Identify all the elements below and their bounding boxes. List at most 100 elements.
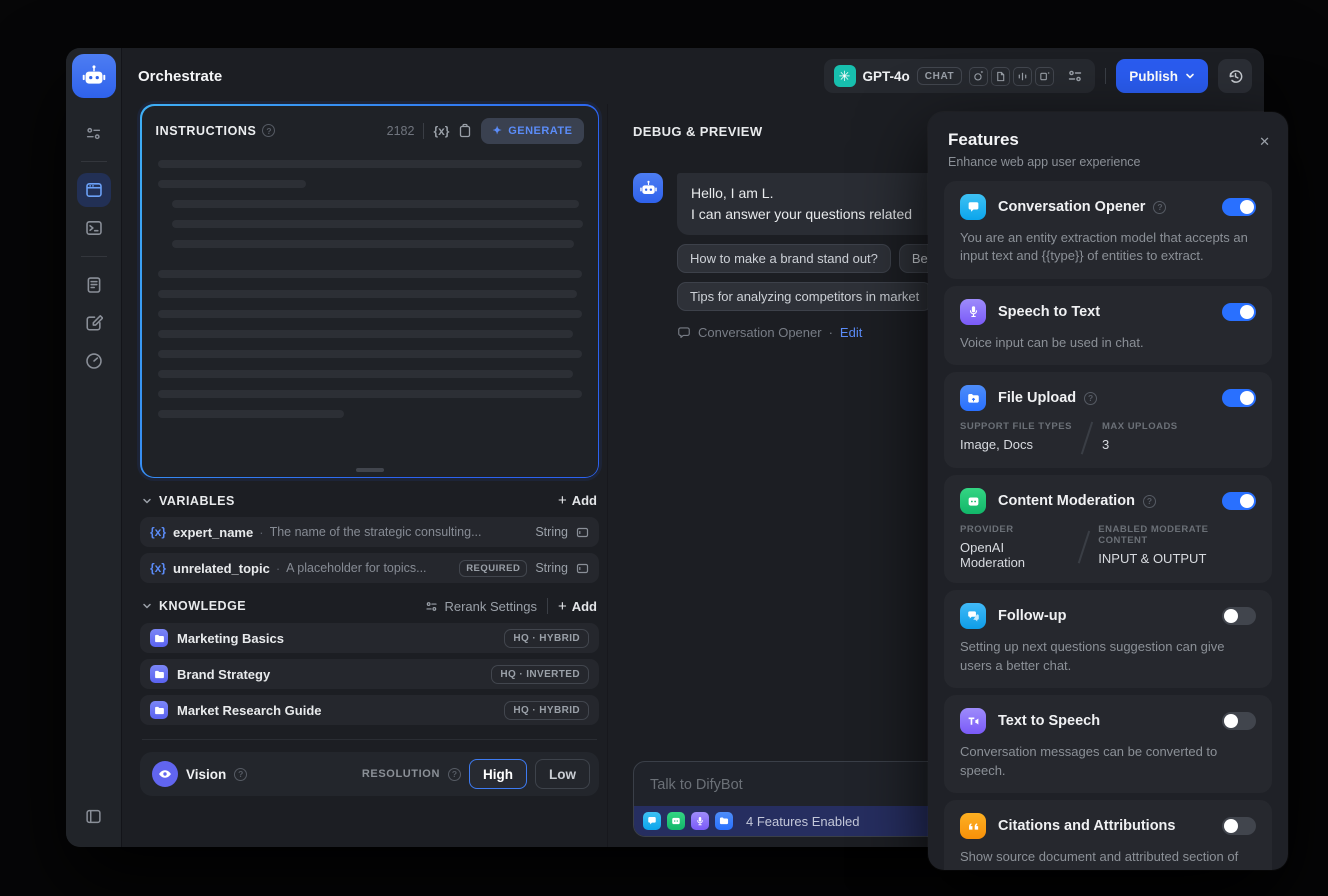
meta-col: SUPPORT FILE TYPES Image, Docs bbox=[960, 421, 1072, 455]
speech-to-text-mini-icon bbox=[691, 812, 709, 830]
vision-label: Vision bbox=[186, 766, 227, 782]
feature-card-conversation-opener: Conversation Opener ? You are an entity … bbox=[944, 181, 1272, 279]
variable-description: A placeholder for topics... bbox=[286, 561, 427, 575]
knowledge-row[interactable]: Brand Strategy HQ · INVERTED bbox=[140, 659, 599, 689]
annotation-icon[interactable] bbox=[77, 306, 111, 340]
feature-description: Show source document and attributed sect… bbox=[960, 849, 1239, 870]
model-settings-icon[interactable] bbox=[1061, 68, 1085, 84]
rail-divider bbox=[80, 256, 107, 257]
conversation-opener-mini-icon bbox=[643, 812, 661, 830]
text-to-speech-toggle[interactable] bbox=[1222, 712, 1256, 731]
collapse-sidebar-icon[interactable] bbox=[77, 799, 111, 833]
suggested-question-chip[interactable]: How to make a brand stand out? bbox=[677, 244, 891, 273]
copy-icon[interactable] bbox=[458, 123, 472, 138]
sliders-icon[interactable] bbox=[77, 116, 111, 150]
speech-to-text-toggle[interactable] bbox=[1222, 302, 1256, 321]
variable-name: unrelated_topic bbox=[173, 560, 270, 576]
resolution-high-button[interactable]: High bbox=[469, 759, 527, 789]
citations-toggle[interactable] bbox=[1222, 817, 1256, 836]
rerank-settings-button[interactable]: Rerank Settings bbox=[425, 599, 537, 614]
sliders-icon bbox=[426, 601, 438, 611]
meta-label: MAX UPLOADS bbox=[1101, 421, 1178, 433]
help-icon[interactable]: ? bbox=[234, 767, 248, 781]
variable-type: String bbox=[535, 561, 568, 575]
meta-value: 3 bbox=[1101, 437, 1110, 453]
bot-avatar bbox=[633, 173, 663, 203]
field-type-icon[interactable] bbox=[576, 526, 589, 539]
help-icon[interactable]: ? bbox=[1084, 391, 1098, 405]
resolution-low-button[interactable]: Low bbox=[535, 759, 590, 789]
app-logo-robot-icon[interactable] bbox=[71, 54, 116, 98]
meta-value: OpenAI Moderation bbox=[960, 540, 1026, 571]
instructions-text-skeleton[interactable] bbox=[156, 144, 584, 418]
char-count: 2182 bbox=[386, 123, 415, 138]
variable-name: expert_name bbox=[173, 524, 254, 540]
version-history-button[interactable] bbox=[1218, 59, 1252, 93]
field-type-icon[interactable] bbox=[576, 562, 589, 575]
variable-row[interactable]: {x} unrelated_topic · A placeholder for … bbox=[140, 553, 599, 583]
add-variable-button[interactable]: + Add bbox=[558, 493, 597, 508]
content-moderation-mini-icon bbox=[667, 812, 685, 830]
orchestrate-tab-icon[interactable] bbox=[76, 173, 111, 207]
monitoring-icon[interactable] bbox=[77, 344, 111, 378]
features-enabled-label: 4 Features Enabled bbox=[746, 813, 860, 829]
vision-section: Vision ? RESOLUTION ? High Low bbox=[140, 752, 599, 796]
openai-logo-icon: ✳ bbox=[833, 65, 856, 87]
knowledge-row[interactable]: Market Research Guide HQ · HYBRID bbox=[140, 695, 599, 725]
suggested-question-chip[interactable]: Tips for analyzing competitors in market bbox=[677, 282, 933, 311]
features-header: Features Enhance web app user experience… bbox=[928, 112, 1288, 181]
help-icon[interactable]: ? bbox=[448, 767, 461, 781]
resize-handle[interactable] bbox=[355, 467, 384, 472]
add-knowledge-button[interactable]: + Add bbox=[558, 599, 597, 614]
chat-bubble-icon bbox=[678, 326, 690, 338]
model-selector[interactable]: ✳ GPT-4o CHAT bbox=[823, 59, 1096, 93]
knowledge-name: Brand Strategy bbox=[177, 666, 271, 682]
help-icon[interactable]: ? bbox=[1142, 494, 1156, 508]
content-moderation-toggle[interactable] bbox=[1222, 492, 1256, 511]
variable-row[interactable]: {x} expert_name · The name of the strate… bbox=[140, 517, 599, 547]
edit-opener-link[interactable]: Edit bbox=[840, 325, 862, 340]
text-to-speech-icon bbox=[960, 708, 986, 735]
model-name: GPT-4o bbox=[862, 68, 910, 84]
history-icon bbox=[1229, 69, 1242, 83]
file-upload-toggle[interactable] bbox=[1222, 389, 1256, 408]
conversation-opener-icon bbox=[960, 194, 986, 220]
feature-title: Conversation Opener bbox=[998, 199, 1146, 215]
instructions-card: INSTRUCTIONS ? 2182 {x} ✦ GENERATE bbox=[140, 104, 599, 478]
feature-description: Voice input can be used in chat. bbox=[960, 334, 1144, 350]
dataset-folder-icon bbox=[150, 665, 168, 683]
feature-card-speech-to-text: Speech to Text Voice input can be used i… bbox=[944, 285, 1272, 366]
conversation-opener-toggle[interactable] bbox=[1222, 198, 1256, 216]
feature-description: You are an entity extraction model that … bbox=[960, 230, 1248, 264]
top-bar: Orchestrate ✳ GPT-4o CHAT Publish bbox=[122, 48, 1264, 104]
resolution-label: RESOLUTION bbox=[361, 768, 440, 780]
help-icon[interactable]: ? bbox=[1153, 200, 1167, 214]
features-title: Features bbox=[948, 130, 1019, 149]
config-pane: INSTRUCTIONS ? 2182 {x} ✦ GENERATE VARIA… bbox=[122, 104, 608, 847]
help-icon[interactable]: ? bbox=[262, 124, 276, 137]
content-moderation-icon bbox=[960, 488, 986, 515]
close-icon[interactable]: ✕ bbox=[1259, 134, 1270, 150]
chevron-down-icon[interactable] bbox=[142, 601, 152, 611]
actions-divider bbox=[546, 598, 548, 614]
logs-icon[interactable] bbox=[77, 268, 111, 302]
chevron-down-icon[interactable] bbox=[142, 496, 152, 506]
publish-label: Publish bbox=[1129, 68, 1178, 84]
model-mode-badge: CHAT bbox=[916, 67, 963, 85]
follow-up-toggle[interactable] bbox=[1222, 607, 1256, 626]
vision-capability-icon bbox=[969, 66, 989, 86]
audio-capability-icon bbox=[1013, 66, 1033, 86]
file-upload-mini-icon bbox=[715, 812, 733, 830]
variable-icon: {x} bbox=[150, 525, 167, 539]
publish-button[interactable]: Publish bbox=[1116, 59, 1208, 93]
variable-insert-icon[interactable]: {x} bbox=[433, 124, 449, 138]
knowledge-row[interactable]: Marketing Basics HQ · HYBRID bbox=[140, 623, 599, 653]
feature-title: Text to Speech bbox=[998, 713, 1101, 730]
terminal-icon[interactable] bbox=[77, 211, 111, 245]
add-label: Add bbox=[571, 493, 597, 508]
chevron-down-icon bbox=[1186, 73, 1194, 79]
feature-card-content-moderation: Content Moderation ? PROVIDER OpenAI Mod… bbox=[944, 475, 1272, 584]
generate-button[interactable]: ✦ GENERATE bbox=[481, 117, 584, 144]
meta-slash-divider bbox=[1072, 421, 1102, 455]
generate-label: GENERATE bbox=[508, 124, 573, 137]
